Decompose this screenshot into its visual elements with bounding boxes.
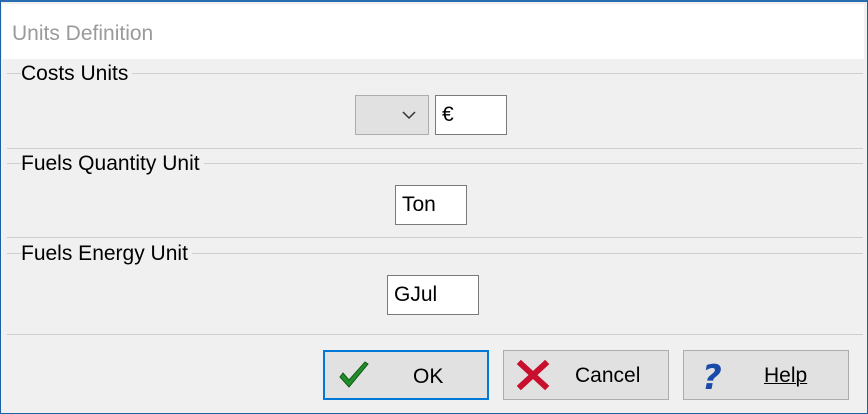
fuels-energy-input[interactable]: GJul — [387, 275, 479, 315]
cross-icon — [516, 359, 550, 391]
fuels-quantity-input[interactable]: Ton — [395, 185, 467, 225]
fuels-quantity-label: Fuels Quantity Unit — [21, 153, 204, 175]
svg-text:?: ? — [702, 359, 722, 391]
ok-button[interactable]: OK — [323, 350, 489, 400]
chevron-down-icon — [402, 111, 416, 120]
fuels-quantity-group: Fuels Quantity Unit Ton — [7, 153, 863, 237]
costs-units-group: Costs Units € — [7, 63, 863, 151]
costs-units-label: Costs Units — [21, 63, 133, 85]
fuels-energy-group: Fuels Energy Unit GJul — [7, 243, 863, 333]
help-button[interactable]: ? Help — [683, 350, 849, 400]
currency-select[interactable] — [355, 95, 429, 135]
dialog-body: Costs Units € Fuels Quantity Unit Ton Fu… — [2, 59, 864, 413]
question-mark-icon: ? — [702, 359, 722, 391]
window-title: Units Definition — [12, 22, 154, 45]
fuels-quantity-divider — [7, 237, 863, 238]
costs-units-divider — [7, 148, 863, 149]
cancel-button[interactable]: Cancel — [503, 350, 669, 400]
fuels-energy-label: Fuels Energy Unit — [21, 243, 192, 265]
cancel-button-label: Cancel — [575, 364, 641, 387]
ok-button-label: OK — [413, 365, 444, 388]
help-button-label: Help — [764, 364, 808, 387]
title-bar[interactable]: Units Definition — [2, 4, 864, 59]
fuels-energy-divider — [7, 334, 863, 335]
checkmark-icon — [339, 361, 369, 388]
units-definition-dialog: Units Definition Costs Units € Fuels Qua… — [0, 0, 868, 414]
currency-symbol-input[interactable]: € — [435, 95, 507, 135]
